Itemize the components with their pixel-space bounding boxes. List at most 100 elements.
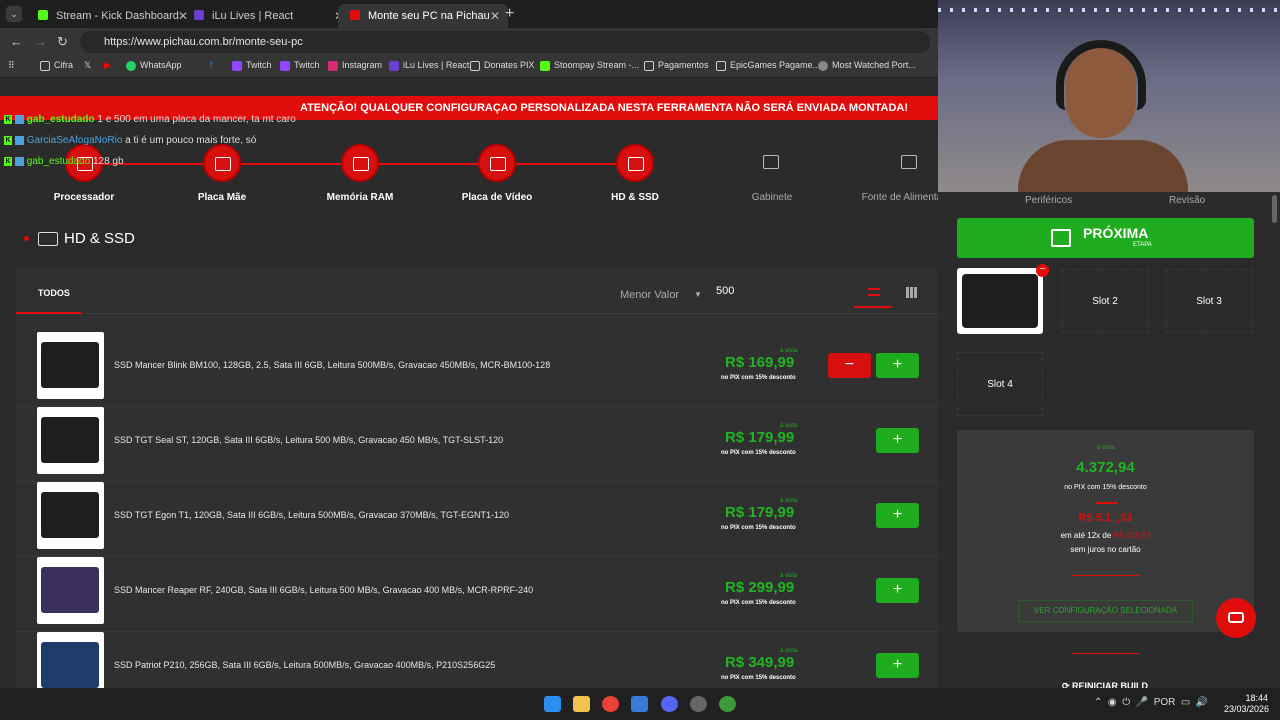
tab-search-button[interactable]: ⌄ [6, 6, 22, 22]
reload-icon[interactable]: ↻ [57, 34, 68, 50]
tab-pichau[interactable]: Monte seu PC na Pichau ✕ [338, 4, 508, 28]
step-placa-mae[interactable]: Placa Mãe [152, 144, 292, 203]
product-name[interactable]: SSD TGT Seal ST, 120GB, Sata III 6GB/s, … [114, 435, 503, 445]
bookmark-pagamentos[interactable]: Pagamentos [644, 60, 709, 71]
scrollbar[interactable] [1272, 195, 1277, 223]
step-processador[interactable]: Processador [14, 144, 154, 203]
windows-start-icon[interactable] [544, 696, 561, 712]
forward-icon[interactable]: → [34, 34, 47, 49]
view-config-button[interactable]: VER CONFIGURAÇÃO SELECIONADA [1018, 600, 1193, 622]
product-name[interactable]: SSD Patriot P210, 256GB, Sata III 6GB/s,… [114, 660, 495, 670]
app-icon[interactable] [690, 696, 707, 712]
close-icon[interactable]: ✕ [490, 6, 500, 26]
product-image[interactable] [37, 632, 104, 688]
case-icon [753, 144, 791, 182]
bookmark-cifra[interactable]: Cifra [40, 60, 73, 71]
bookmark-twitch-1[interactable]: Twitch [232, 60, 272, 71]
pix-discount: no PIX com 15% desconto [721, 600, 796, 606]
bookmark-twitch-2[interactable]: Twitch [280, 60, 320, 71]
bookmark-label: Twitch [294, 60, 320, 70]
xbox-icon[interactable] [719, 696, 736, 712]
bookmark-donates-pix[interactable]: Donates PIX [470, 60, 535, 71]
bookmark-ilu-lives[interactable]: iLu Lives | React [389, 60, 469, 71]
list-view-icon[interactable] [868, 288, 880, 296]
bookmark-label: WhatsApp [140, 60, 182, 70]
back-icon[interactable]: ← [10, 34, 23, 49]
step-hd-ssd[interactable]: HD & SSD [565, 144, 705, 203]
file-explorer-icon[interactable] [573, 696, 590, 712]
step-fonte[interactable]: Fonte de Alimentação [840, 144, 938, 203]
next-step-button[interactable]: PRÓXIMA ETAPA [957, 218, 1254, 258]
support-chat-button[interactable] [1216, 598, 1256, 638]
add-button[interactable]: + [876, 503, 919, 528]
facebook-icon[interactable]: f [210, 60, 213, 70]
product-price: R$ 179,99 [725, 429, 795, 446]
add-button[interactable]: + [876, 578, 919, 603]
step-memoria-ram[interactable]: Memória RAM [290, 144, 430, 203]
youtube-icon[interactable]: ▶ [104, 60, 111, 71]
product-row[interactable]: SSD Mancer Reaper RF, 240GB, Sata III 6G… [16, 557, 938, 632]
slot-3[interactable]: Slot 3 [1166, 269, 1252, 333]
kick-icon [540, 61, 550, 71]
remove-button[interactable]: − [828, 353, 871, 378]
active-view-indicator [854, 306, 892, 308]
bookmark-whatsapp[interactable]: WhatsApp [126, 60, 182, 71]
product-image[interactable] [37, 557, 104, 624]
remove-slot-icon[interactable]: − [1036, 264, 1049, 277]
add-button[interactable]: + [876, 653, 919, 678]
step-perifericos[interactable]: Periféricos [1025, 195, 1072, 206]
product-image[interactable] [37, 482, 104, 549]
product-name[interactable]: SSD TGT Egon T1, 120GB, Sata III 6GB/s, … [114, 510, 509, 520]
url-input[interactable]: https://www.pichau.com.br/monte-seu-pc [80, 31, 930, 53]
add-button[interactable]: + [876, 428, 919, 453]
bookmark-instagram[interactable]: Instagram [328, 60, 382, 71]
product-row[interactable]: SSD Mancer Blink BM100, 128GB, 2.5, Sata… [16, 332, 938, 407]
language-indicator[interactable]: POR [1154, 697, 1176, 708]
bookmark-most-watched[interactable]: Most Watched Port... [818, 60, 916, 71]
tab-todos[interactable]: TODOS [38, 288, 70, 298]
new-tab-button[interactable]: + [505, 5, 514, 23]
no-interest-label: sem juros no cartão [1070, 545, 1141, 554]
product-name[interactable]: SSD Mancer Blink BM100, 128GB, 2.5, Sata… [114, 360, 550, 370]
chat-user: GarciaSeAfogaNoRio [26, 135, 123, 146]
step-label: Placa Mãe [197, 192, 247, 203]
step-placa-de-video[interactable]: Placa de Vídeo [427, 144, 567, 203]
sort-select[interactable]: Menor Valor [620, 289, 679, 301]
product-row[interactable]: SSD TGT Egon T1, 120GB, Sata III 6GB/s, … [16, 482, 938, 557]
chat-user: gab_estudado [26, 114, 95, 125]
max-price-input[interactable]: 500 [716, 285, 734, 297]
ilu-icon [389, 61, 399, 71]
tab-kick-dashboard[interactable]: Stream - Kick Dashboard ✕ [26, 4, 196, 28]
grid-view-icon[interactable] [906, 287, 917, 298]
discord-icon[interactable] [661, 696, 678, 712]
chrome-icon[interactable] [602, 696, 619, 712]
step-label: Processador [53, 192, 115, 203]
chat-text: 1 e 500 em uma placa da mancer, ta mt ca… [97, 114, 296, 125]
x-icon[interactable]: 𝕏 [84, 60, 91, 71]
windows-taskbar: ⌃ ◉ ⏻ 🎤 POR ▭ 🔊 18:44 23/03/2026 [0, 688, 1280, 720]
bookmark-stoompay[interactable]: Stoompay Stream -... [540, 60, 639, 71]
slot-2[interactable]: Slot 2 [1062, 269, 1148, 333]
total-full-price: R$ 5.1_,53 [1078, 512, 1133, 524]
pix-discount: no PIX com 15% desconto [1064, 484, 1147, 491]
pix-discount: no PIX com 15% desconto [721, 375, 796, 381]
apps-icon[interactable]: ⠿ [8, 60, 15, 71]
product-image[interactable] [37, 407, 104, 474]
slot-1-filled[interactable] [957, 268, 1043, 334]
ssd-icon [616, 144, 654, 182]
product-name[interactable]: SSD Mancer Reaper RF, 240GB, Sata III 6G… [114, 585, 533, 595]
system-tray[interactable]: ⌃ ◉ ⏻ 🎤 POR ▭ 🔊 [1094, 697, 1208, 708]
product-row[interactable]: SSD Patriot P210, 256GB, Sata III 6GB/s,… [16, 632, 938, 688]
slot-4[interactable]: Slot 4 [957, 352, 1043, 416]
chat-message: K gab_estudado 128 gb [4, 154, 124, 170]
step-gabinete[interactable]: Gabinete [702, 144, 842, 203]
clock[interactable]: 18:44 23/03/2026 [1224, 693, 1269, 715]
add-button[interactable]: + [876, 353, 919, 378]
bookmark-epicgames[interactable]: EpicGames Pagame... [716, 60, 820, 71]
step-revisao[interactable]: Revisão [1169, 195, 1205, 206]
tab-ilu-lives[interactable]: iLu Lives | React ✕ [182, 4, 352, 28]
folder-icon [40, 61, 50, 71]
app-icon[interactable] [631, 696, 648, 712]
product-image[interactable] [37, 332, 104, 399]
product-row[interactable]: SSD TGT Seal ST, 120GB, Sata III 6GB/s, … [16, 407, 938, 482]
